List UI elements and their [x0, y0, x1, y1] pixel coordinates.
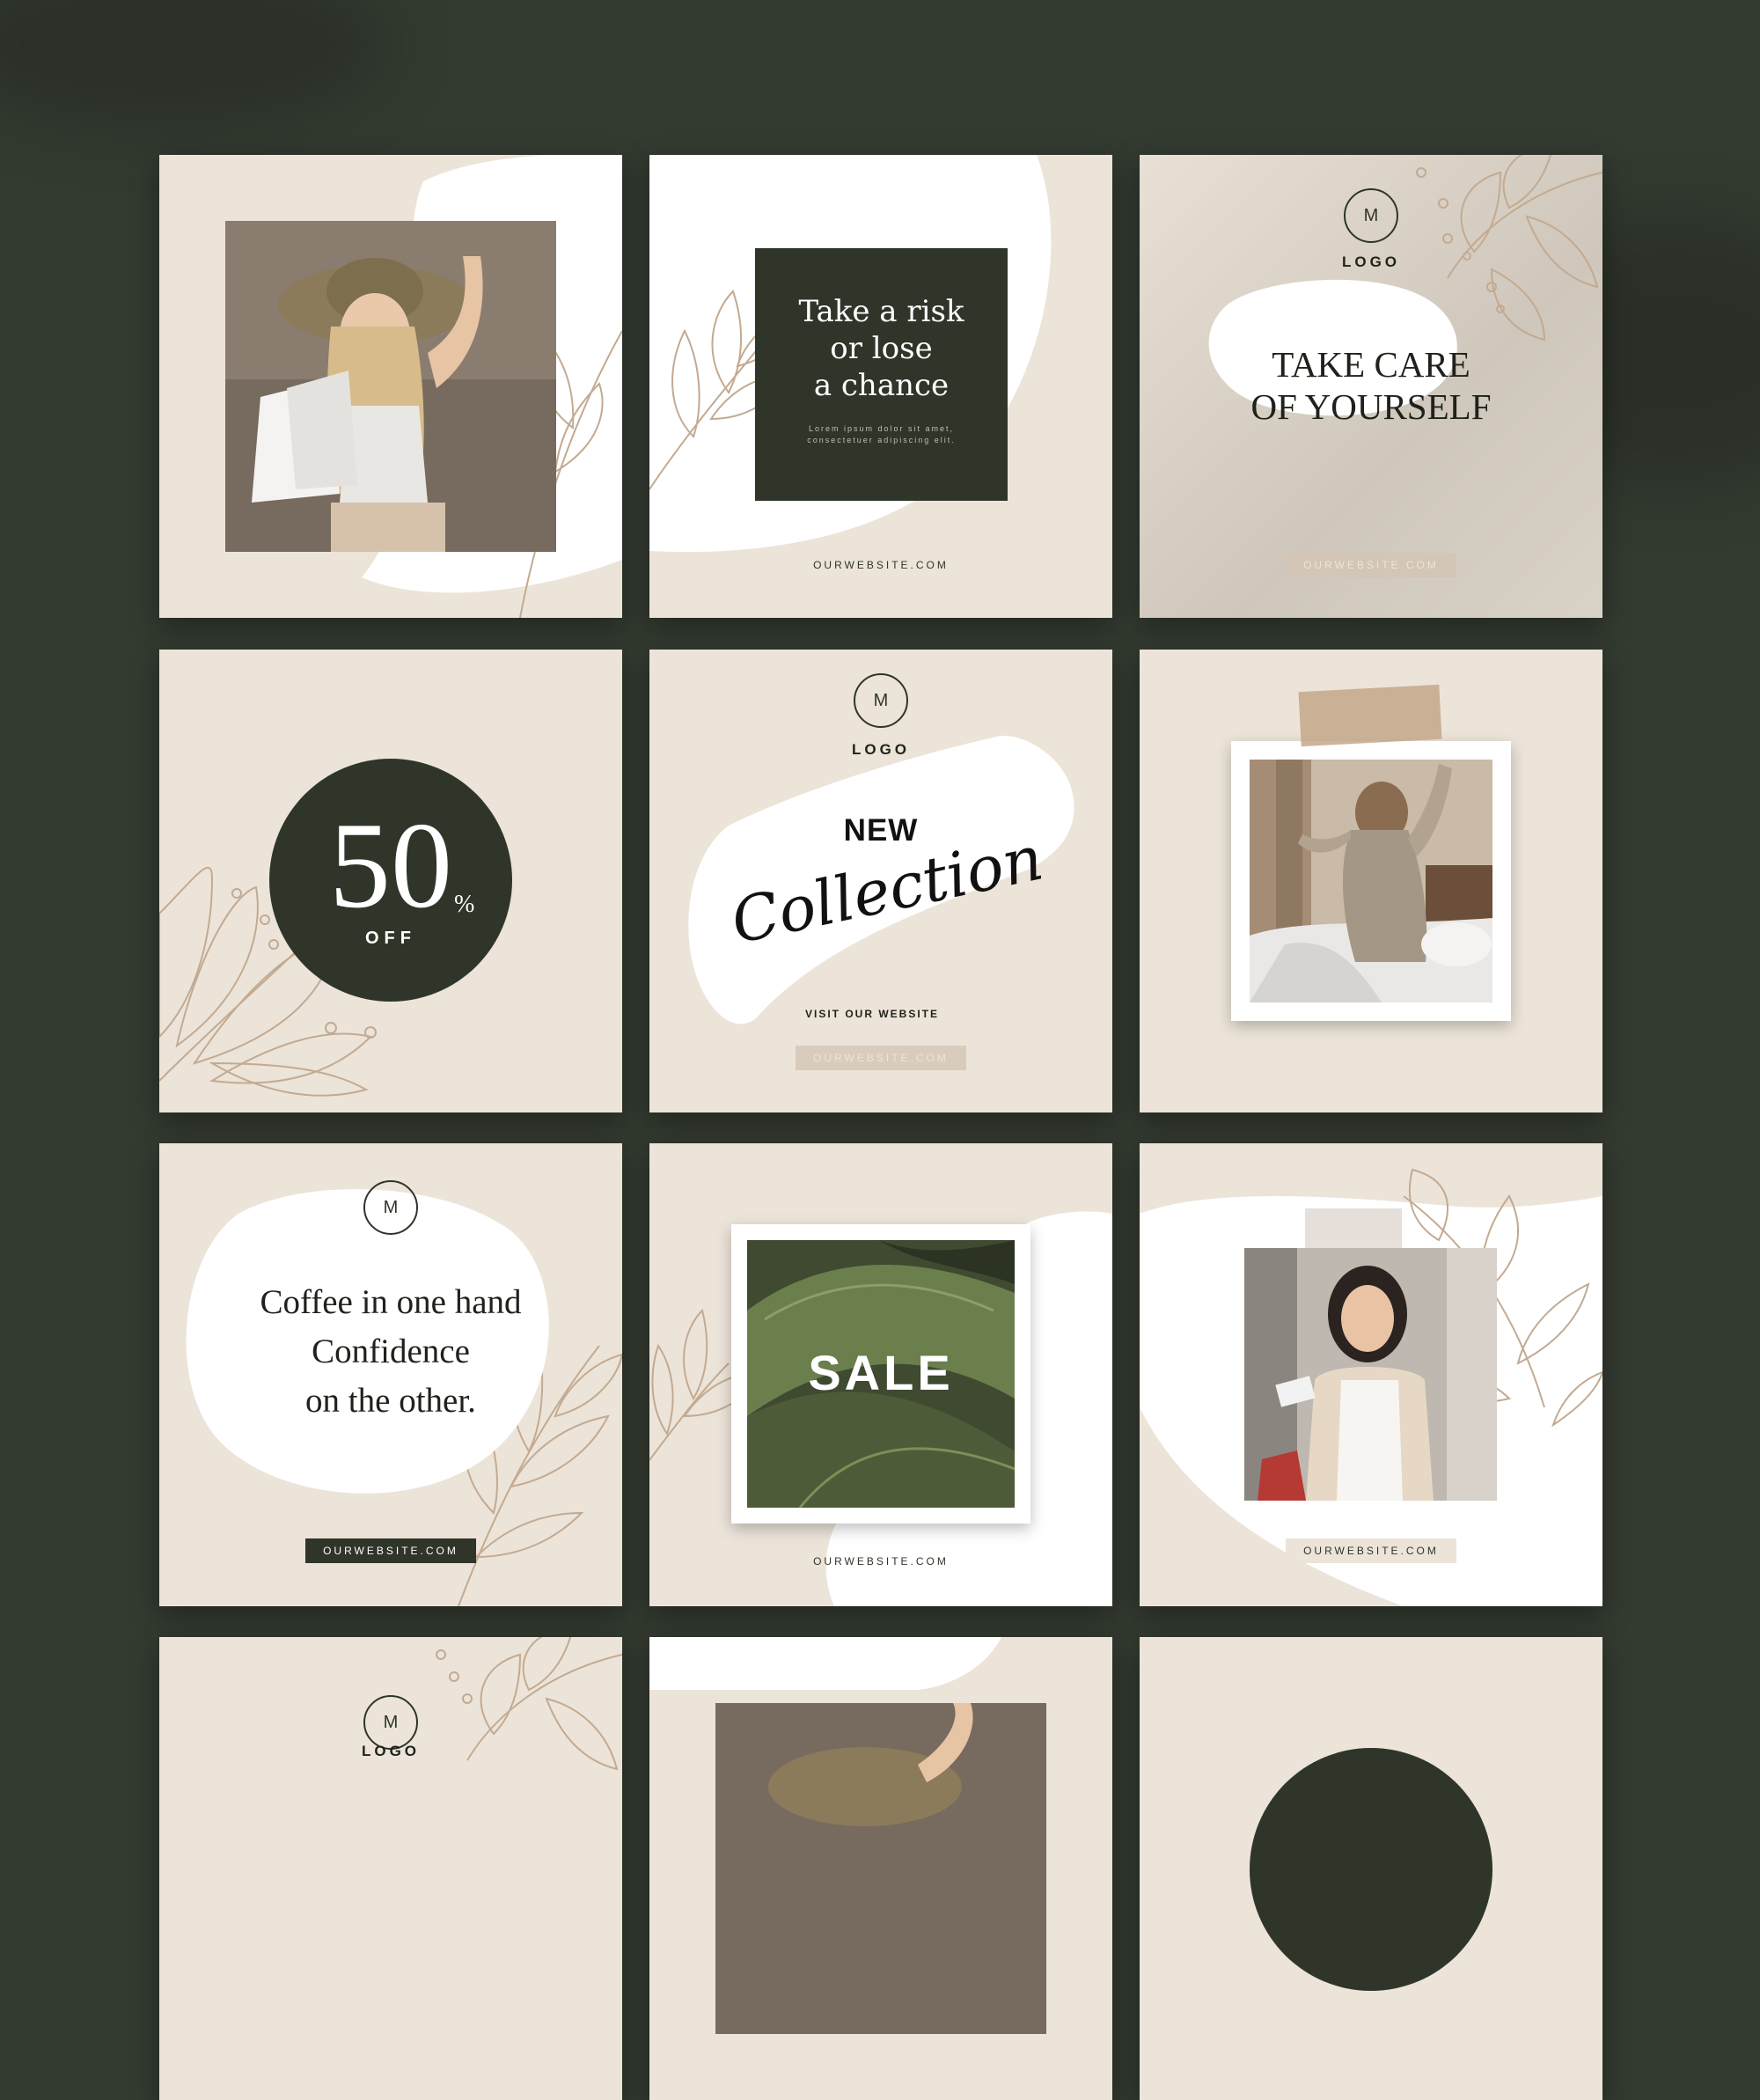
- discount-percent: %: [454, 891, 475, 918]
- quote-line-3: on the other.: [305, 1382, 476, 1420]
- sale-frame: SALE: [731, 1224, 1030, 1524]
- quote-line-1: Coffee in one hand: [260, 1283, 522, 1321]
- quote-line-1: Take a risk: [798, 294, 964, 329]
- card-row4-photo[interactable]: [649, 1637, 1112, 2100]
- card-photo-shopping[interactable]: [159, 155, 622, 618]
- polaroid-frame: [1231, 741, 1511, 1021]
- lorem-line-1: Lorem ipsum dolor sit amet,: [808, 424, 955, 433]
- logo-mark: M: [363, 1695, 418, 1750]
- website-url[interactable]: OURWEBSITE.COM: [1286, 553, 1456, 577]
- website-url[interactable]: OURWEBSITE.COM: [649, 559, 1112, 571]
- discount-number: 50: [329, 797, 452, 934]
- logo-label: LOGO: [1341, 253, 1401, 270]
- discount-off: OFF: [365, 929, 416, 948]
- website-url[interactable]: OURWEBSITE.COM: [305, 1538, 476, 1563]
- logo-mark: M: [363, 1180, 418, 1235]
- logo-mark: M: [854, 673, 908, 728]
- card-take-care[interactable]: M LOGO TAKE CARE OF YOURSELF OURWEBSITE.…: [1140, 155, 1602, 618]
- photo-woman-shopping: [225, 221, 556, 552]
- lorem-line-2: consectetuer adipiscing elit.: [807, 436, 956, 444]
- card-row4-circle[interactable]: [1140, 1637, 1602, 2100]
- logo-mark: M: [1344, 188, 1398, 243]
- photo-woman-bedroom: [1250, 760, 1492, 1002]
- card-new-collection[interactable]: M LOGO NEW Collection VISIT OUR WEBSITE …: [649, 650, 1112, 1112]
- quote-box: Take a risk or lose a chance Lorem ipsum…: [755, 248, 1008, 501]
- discount-circle: 50 % OFF: [269, 759, 512, 1002]
- website-url[interactable]: OURWEBSITE.COM: [1286, 1538, 1456, 1563]
- logo-letter: M: [873, 690, 889, 710]
- visit-website-label: VISIT OUR WEBSITE: [804, 1008, 939, 1020]
- headline-line-1: TAKE CARE: [1272, 344, 1470, 385]
- quote-line-2: Confidence: [312, 1333, 470, 1370]
- quote-line-3: a chance: [813, 368, 950, 403]
- quote-line-2: or lose: [830, 331, 933, 366]
- photo-banana-leaf: SALE: [747, 1240, 1015, 1508]
- card-sale[interactable]: SALE OURWEBSITE.COM: [649, 1143, 1112, 1606]
- website-url[interactable]: OURWEBSITE.COM: [649, 1555, 1112, 1568]
- card-take-a-risk[interactable]: Take a risk or lose a chance Lorem ipsum…: [649, 155, 1112, 618]
- card-polaroid-morning[interactable]: [1140, 650, 1602, 1112]
- sale-label: SALE: [808, 1345, 954, 1400]
- logo-label: LOGO: [361, 1743, 421, 1759]
- card-50-off[interactable]: 50 % OFF: [159, 650, 622, 1112]
- card-photo-credit-card[interactable]: OURWEBSITE.COM: [1140, 1143, 1602, 1606]
- logo-letter: M: [383, 1197, 399, 1217]
- shadow-top-left: [0, 0, 387, 123]
- photo-woman-credit-card: [1244, 1248, 1497, 1501]
- logo-label: LOGO: [851, 741, 911, 758]
- tape-strip: [1298, 684, 1442, 747]
- photo-row4-woman-hat: [715, 1703, 1046, 2034]
- website-url[interactable]: OURWEBSITE.COM: [796, 1046, 966, 1070]
- card-row4-logo[interactable]: M LOGO: [159, 1637, 622, 2100]
- headline-line-2: OF YOURSELF: [1250, 386, 1492, 427]
- logo-letter: M: [1363, 205, 1379, 225]
- dark-circle: [1250, 1748, 1492, 1991]
- logo-letter: M: [383, 1712, 399, 1732]
- card-coffee-quote[interactable]: M Coffee in one hand Confidence on the o…: [159, 1143, 622, 1606]
